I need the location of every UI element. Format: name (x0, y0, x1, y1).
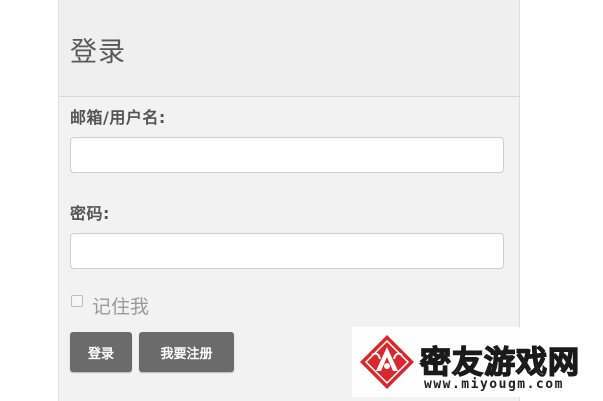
page: 登录 邮箱/用户名: 密码: 记住我 登录 我要注册 密友游戏网 www.miy… (0, 0, 603, 401)
password-input[interactable] (70, 233, 504, 269)
panel-header: 登录 (59, 0, 519, 97)
watermark-url: www.miyougm.com (424, 377, 564, 392)
watermark-name: 密友游戏网 (419, 344, 580, 381)
login-button[interactable]: 登录 (70, 332, 132, 372)
password-label: 密码: (70, 204, 110, 223)
remember-me-label: 记住我 (92, 295, 150, 318)
page-title: 登录 (70, 37, 126, 68)
red-diamond-logo-icon (360, 335, 414, 389)
register-button[interactable]: 我要注册 (139, 332, 234, 372)
username-label: 邮箱/用户名: (70, 108, 166, 127)
remember-me-row[interactable]: 记住我 (71, 290, 149, 320)
watermark: 密友游戏网 www.miyougm.com (352, 327, 597, 397)
remember-me-checkbox[interactable] (71, 295, 83, 307)
username-input[interactable] (70, 137, 504, 173)
